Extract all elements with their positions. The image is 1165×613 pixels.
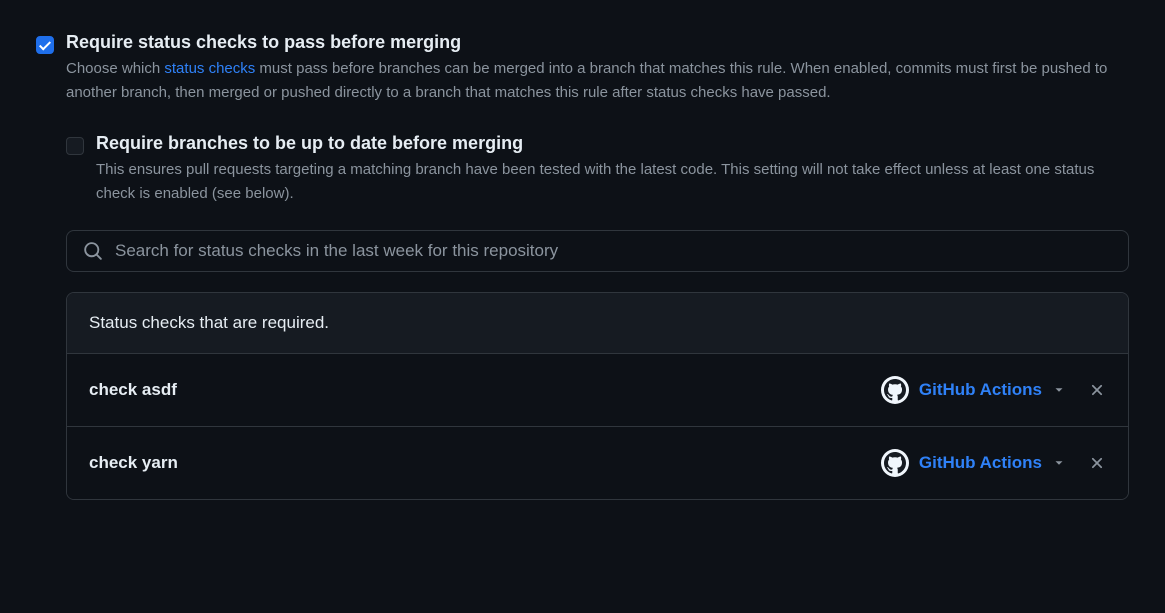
github-icon [881, 449, 909, 477]
search-input[interactable] [115, 241, 1112, 261]
require-status-title: Require status checks to pass before mer… [66, 32, 1129, 53]
require-status-checks-option: Require status checks to pass before mer… [36, 32, 1129, 105]
provider-dropdown[interactable]: GitHub Actions [881, 449, 1066, 477]
table-row: check asdf GitHub Actions [67, 354, 1128, 427]
remove-check-button[interactable] [1088, 454, 1106, 472]
check-name: check asdf [89, 380, 177, 400]
check-name: check yarn [89, 453, 178, 473]
require-uptodate-content: Require branches to be up to date before… [96, 133, 1129, 206]
require-uptodate-description: This ensures pull requests targeting a m… [96, 158, 1129, 206]
desc-prefix: Choose which [66, 60, 164, 77]
required-checks-table: Status checks that are required. check a… [66, 292, 1129, 500]
remove-check-button[interactable] [1088, 381, 1106, 399]
require-status-checkbox[interactable] [36, 36, 54, 54]
table-header: Status checks that are required. [67, 293, 1128, 354]
provider-dropdown[interactable]: GitHub Actions [881, 376, 1066, 404]
require-uptodate-checkbox[interactable] [66, 137, 84, 155]
chevron-down-icon [1052, 456, 1066, 470]
provider-name: GitHub Actions [919, 453, 1042, 473]
require-status-content: Require status checks to pass before mer… [66, 32, 1129, 105]
row-actions: GitHub Actions [881, 449, 1106, 477]
require-status-description: Choose which status checks must pass bef… [66, 57, 1129, 105]
provider-name: GitHub Actions [919, 380, 1042, 400]
table-row: check yarn GitHub Actions [67, 427, 1128, 499]
search-icon [83, 241, 103, 261]
row-actions: GitHub Actions [881, 376, 1106, 404]
github-icon [881, 376, 909, 404]
status-checks-link[interactable]: status checks [164, 60, 255, 77]
chevron-down-icon [1052, 383, 1066, 397]
status-check-search[interactable] [66, 230, 1129, 272]
require-uptodate-option: Require branches to be up to date before… [66, 133, 1129, 206]
require-uptodate-title: Require branches to be up to date before… [96, 133, 1129, 154]
